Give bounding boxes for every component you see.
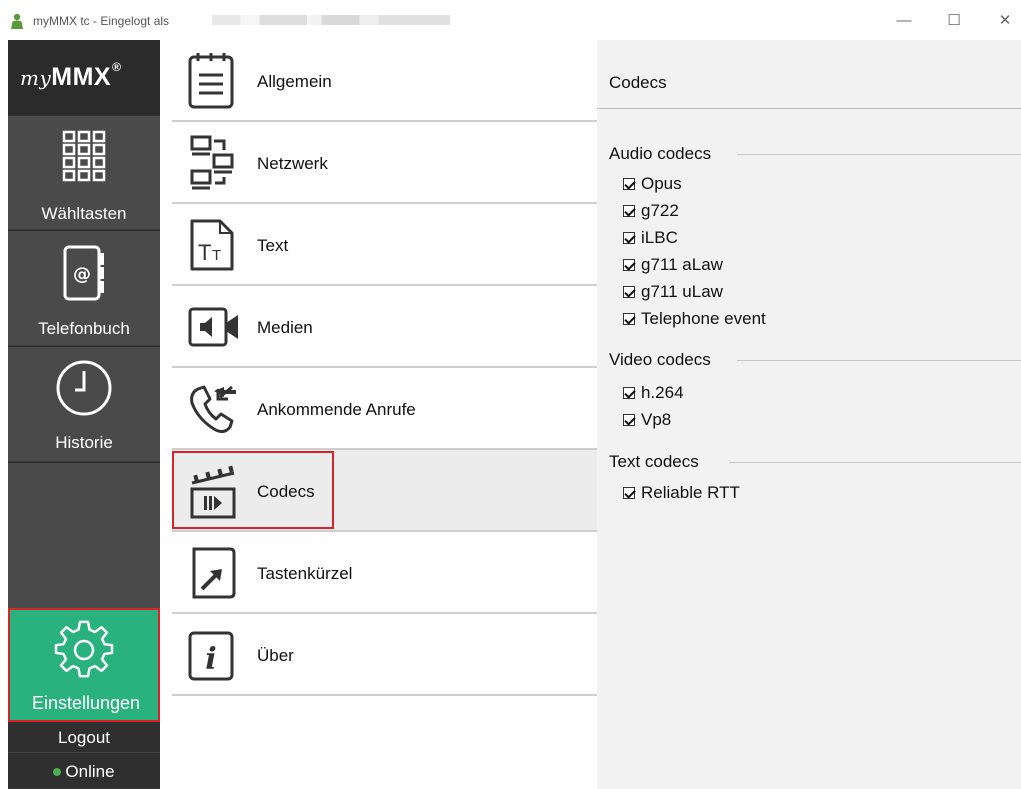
checkbox-ilbc[interactable]: iLBC bbox=[623, 228, 678, 250]
sidebar-item-label: Telefonbuch bbox=[38, 319, 130, 338]
checkbox-label: Reliable RTT bbox=[641, 483, 740, 502]
maximize-button[interactable]: ☐ bbox=[943, 10, 965, 32]
divider bbox=[737, 360, 1021, 361]
divider bbox=[729, 462, 1021, 463]
menu-item-label: Medien bbox=[257, 318, 313, 337]
incoming-call-icon bbox=[190, 385, 236, 434]
sidebar-item-label: Wähltasten bbox=[41, 204, 127, 223]
checkbox-h264[interactable]: h.264 bbox=[623, 383, 684, 405]
checkbox-label: g722 bbox=[641, 201, 679, 220]
close-button[interactable]: ✕ bbox=[994, 10, 1016, 32]
clock-icon bbox=[56, 360, 112, 416]
title-bar: myMMX tc - Eingelogt als — ☐ ✕ bbox=[0, 0, 1021, 40]
sidebar-spacer bbox=[8, 463, 160, 608]
app-icon bbox=[11, 13, 23, 29]
checkbox-opus[interactable]: Opus bbox=[623, 174, 682, 196]
checkbox-vp8[interactable]: Vp8 bbox=[623, 410, 671, 432]
notepad-icon bbox=[188, 53, 234, 109]
checkbox-telephone-event[interactable]: Telephone event bbox=[623, 309, 766, 331]
checkbox-g711-ulaw[interactable]: g711 uLaw bbox=[623, 282, 723, 304]
checkbox-g711-alaw[interactable]: g711 aLaw bbox=[623, 255, 723, 277]
divider bbox=[597, 108, 1021, 109]
shortcut-icon bbox=[192, 547, 236, 599]
logout-button[interactable]: Logout bbox=[8, 723, 160, 753]
svg-text:i: i bbox=[205, 642, 216, 677]
menu-item-label: Netzwerk bbox=[257, 154, 328, 173]
network-icon bbox=[190, 135, 234, 190]
sidebar-item-label: Einstellungen bbox=[31, 693, 141, 713]
panel-title: Codecs bbox=[609, 73, 667, 92]
checkbox-label: Vp8 bbox=[641, 410, 672, 429]
gear-icon bbox=[54, 620, 114, 678]
menu-item-medien[interactable]: Medien bbox=[172, 286, 597, 368]
menu-item-label: Codecs bbox=[257, 482, 315, 501]
text-icon: T T bbox=[190, 219, 234, 271]
checkbox-g722[interactable]: g722 bbox=[623, 201, 679, 223]
window-title: myMMX tc - Eingelogt als bbox=[33, 14, 170, 28]
checkbox-label: Opus bbox=[641, 174, 682, 193]
checkbox-reliable-rtt[interactable]: Reliable RTT bbox=[623, 483, 740, 505]
svg-text:@: @ bbox=[73, 264, 91, 285]
group-title-audio: Audio codecs bbox=[609, 144, 712, 163]
group-title-video: Video codecs bbox=[609, 350, 711, 369]
menu-item-codecs[interactable]: Codecs bbox=[172, 450, 597, 532]
sidebar-item-waehltasten[interactable]: Wähltasten bbox=[8, 116, 160, 230]
status-indicator: Online bbox=[8, 754, 160, 789]
checkbox-checked-icon bbox=[623, 205, 635, 217]
media-icon bbox=[188, 307, 238, 347]
checkbox-label: h.264 bbox=[641, 383, 684, 402]
menu-item-allgemein[interactable]: Allgemein bbox=[172, 40, 597, 122]
menu-item-label: Ankommende Anrufe bbox=[257, 400, 416, 419]
dialpad-icon bbox=[62, 130, 106, 182]
sidebar-item-einstellungen[interactable]: Einstellungen bbox=[8, 608, 160, 722]
brand-registered: ® bbox=[112, 60, 122, 74]
codecs-panel: Codecs Audio codecs Opus g722 iLBC g711 … bbox=[597, 40, 1021, 789]
menu-item-label: Text bbox=[257, 236, 289, 255]
redacted-username bbox=[212, 15, 450, 25]
checkbox-checked-icon bbox=[623, 487, 635, 499]
svg-text:T: T bbox=[198, 240, 211, 265]
sidebar-item-historie[interactable]: Historie bbox=[8, 347, 160, 462]
menu-item-netzwerk[interactable]: Netzwerk bbox=[172, 122, 597, 204]
status-label: Online bbox=[65, 762, 115, 781]
sidebar-item-telefonbuch[interactable]: @ Telefonbuch bbox=[8, 231, 160, 346]
checkbox-checked-icon bbox=[623, 286, 635, 298]
checkbox-label: iLBC bbox=[641, 228, 678, 247]
sidebar-item-label: Historie bbox=[55, 433, 113, 452]
checkbox-label: g711 uLaw bbox=[641, 282, 723, 301]
clapperboard-icon bbox=[190, 465, 236, 519]
checkbox-label: Telephone event bbox=[641, 309, 766, 328]
brand-main: MMX bbox=[51, 63, 112, 91]
logout-label: Logout bbox=[58, 728, 110, 747]
group-title-text: Text codecs bbox=[609, 452, 699, 471]
phonebook-icon: @ bbox=[63, 245, 104, 301]
menu-item-label: Tastenkürzel bbox=[257, 564, 353, 583]
menu-item-label: Allgemein bbox=[257, 72, 332, 91]
info-icon: i bbox=[188, 631, 234, 681]
menu-item-ankommende-anrufe[interactable]: Ankommende Anrufe bbox=[172, 368, 597, 450]
sidebar: myMMX® Wähltasten @ Telefonbuch Historie bbox=[8, 40, 160, 789]
menu-item-text[interactable]: T T Text bbox=[172, 204, 597, 286]
checkbox-checked-icon bbox=[623, 232, 635, 244]
checkbox-checked-icon bbox=[623, 414, 635, 426]
online-dot-icon bbox=[53, 767, 62, 776]
divider bbox=[737, 154, 1021, 155]
checkbox-checked-icon bbox=[623, 259, 635, 271]
brand-logo: myMMX® bbox=[8, 40, 160, 115]
checkbox-label: g711 aLaw bbox=[641, 255, 723, 274]
svg-text:T: T bbox=[212, 247, 221, 264]
menu-item-ueber[interactable]: i Über bbox=[172, 614, 597, 696]
minimize-button[interactable]: — bbox=[893, 10, 915, 32]
checkbox-checked-icon bbox=[623, 313, 635, 325]
checkbox-checked-icon bbox=[623, 387, 635, 399]
brand-prefix: my bbox=[20, 66, 52, 90]
checkbox-checked-icon bbox=[623, 178, 635, 190]
menu-item-tastenkuerzel[interactable]: Tastenkürzel bbox=[172, 532, 597, 614]
menu-item-label: Über bbox=[257, 646, 294, 665]
